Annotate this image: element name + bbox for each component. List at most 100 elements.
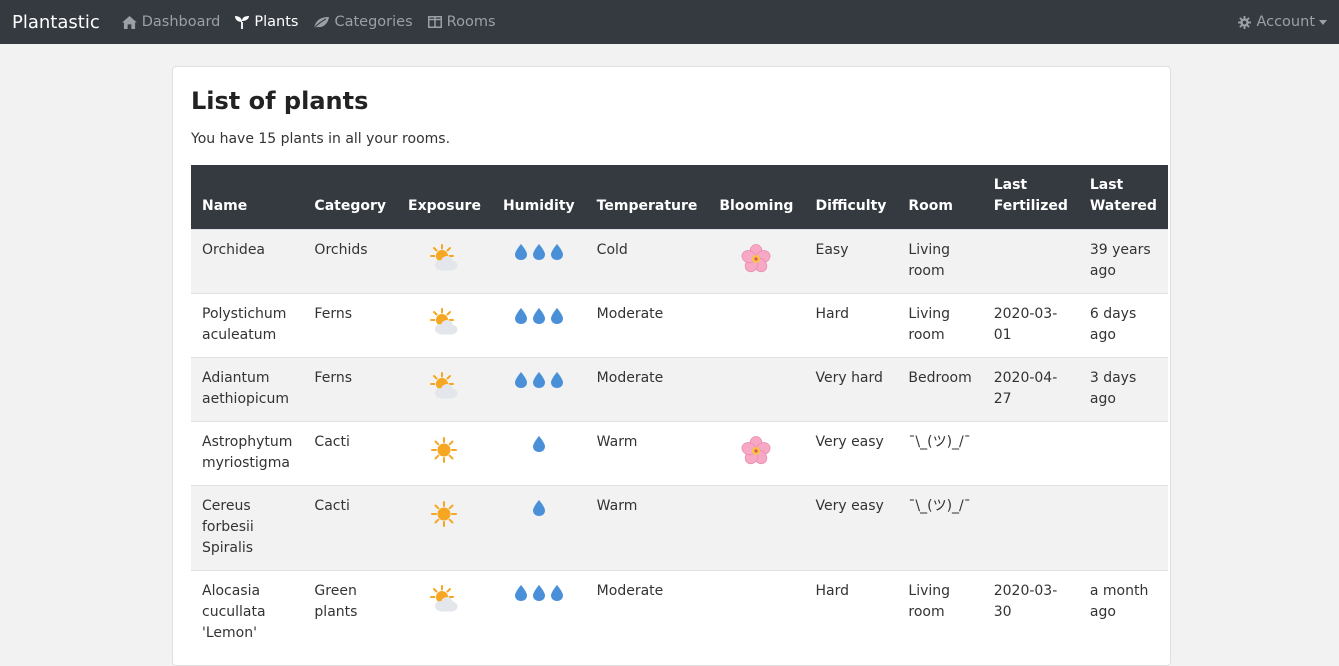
plant-room: Bedroom xyxy=(897,357,983,422)
plant-room: ¯\_(ツ)_/¯ xyxy=(897,421,983,486)
plant-last-watered xyxy=(1078,421,1168,486)
col-name[interactable]: Name xyxy=(191,165,304,230)
plant-room: Living room xyxy=(897,229,983,294)
plant-exposure xyxy=(397,421,492,486)
col-last-fertilized[interactable]: Last Fertilized xyxy=(982,165,1079,230)
plant-last-fertilized xyxy=(982,485,1079,571)
plant-temperature: Warm xyxy=(585,421,709,486)
plant-humidity xyxy=(491,293,586,358)
plant-humidity xyxy=(491,421,586,486)
plants-table: Name Category Exposure Humidity Temperat… xyxy=(191,165,1168,655)
plant-difficulty: Easy xyxy=(804,229,898,294)
plant-difficulty: Very easy xyxy=(804,421,898,486)
plant-blooming xyxy=(708,229,805,294)
plant-humidity xyxy=(491,229,586,294)
plant-blooming xyxy=(708,421,805,486)
plant-name[interactable]: Alocasia cucullata 'Lemon' xyxy=(191,570,304,655)
plant-category: Ferns xyxy=(303,357,398,422)
table-row[interactable]: Adiantum aethiopicum Ferns Moderate Very ha… xyxy=(191,357,1168,422)
plant-name[interactable]: Cereus forbesii Spiralis xyxy=(191,485,304,571)
plant-category: Cacti xyxy=(303,421,398,486)
plant-blooming xyxy=(708,293,805,358)
col-room[interactable]: Room xyxy=(897,165,983,230)
plant-temperature: Moderate xyxy=(585,293,709,358)
account-label: Account xyxy=(1256,14,1315,30)
plant-room: Living room xyxy=(897,570,983,655)
nav-categories-label: Categories xyxy=(334,14,413,30)
plant-temperature: Moderate xyxy=(585,570,709,655)
water-drop-icon xyxy=(514,585,527,601)
plant-blooming xyxy=(708,570,805,655)
plant-last-watered: 39 years ago xyxy=(1078,229,1168,294)
plants-summary: You have 15 plants in all your rooms. xyxy=(191,131,451,147)
sun-behind-cloud-icon xyxy=(430,372,458,399)
plant-name[interactable]: Adiantum aethiopicum xyxy=(191,357,304,422)
plant-room: ¯\_(ツ)_/¯ xyxy=(897,485,983,571)
window-icon xyxy=(427,16,442,28)
water-drop-icon xyxy=(532,372,545,388)
nav-dashboard[interactable]: Dashboard xyxy=(121,14,221,30)
plant-exposure xyxy=(397,357,492,422)
water-drop-icon xyxy=(532,308,545,324)
plant-name[interactable]: Orchidea xyxy=(191,229,304,294)
plant-difficulty: Hard xyxy=(804,570,898,655)
plant-temperature: Moderate xyxy=(585,357,709,422)
seedling-icon xyxy=(235,16,250,29)
water-drop-icon xyxy=(514,372,527,388)
sun-behind-cloud-icon xyxy=(430,585,458,612)
account-menu[interactable]: Account xyxy=(1238,0,1327,44)
plant-humidity xyxy=(491,485,586,571)
table-row[interactable]: Cereus forbesii Spiralis Cacti Warm Very ea… xyxy=(191,485,1168,571)
plant-exposure xyxy=(397,485,492,571)
plant-humidity xyxy=(491,570,586,655)
col-difficulty[interactable]: Difficulty xyxy=(804,165,898,230)
nav-categories[interactable]: Categories xyxy=(313,14,413,30)
col-blooming[interactable]: Blooming xyxy=(708,165,805,230)
table-row[interactable]: Astrophytum myriostigma Cacti Warm Very eas… xyxy=(191,421,1168,486)
nav-rooms[interactable]: Rooms xyxy=(427,14,496,30)
plant-exposure xyxy=(397,570,492,655)
water-drop-icon xyxy=(550,244,563,260)
col-temperature[interactable]: Temperature xyxy=(585,165,709,230)
plant-temperature: Cold xyxy=(585,229,709,294)
sun-icon xyxy=(431,501,458,527)
col-last-watered[interactable]: Last Watered xyxy=(1078,165,1168,230)
page-title: List of plants xyxy=(191,87,369,115)
cherry-blossom-icon xyxy=(741,244,771,273)
water-drop-icon xyxy=(532,585,545,601)
plant-humidity xyxy=(491,357,586,422)
water-drop-icon xyxy=(532,436,545,452)
plant-last-fertilized: 2020-03-30 xyxy=(982,570,1079,655)
plant-blooming xyxy=(708,485,805,571)
table-row[interactable]: Alocasia cucullata 'Lemon' Green plants Mo… xyxy=(191,570,1168,655)
plant-name[interactable]: Astrophytum myriostigma xyxy=(191,421,304,486)
plant-blooming xyxy=(708,357,805,422)
water-drop-icon xyxy=(550,585,563,601)
brand-logo[interactable]: Plantastic xyxy=(12,12,100,33)
plant-difficulty: Very easy xyxy=(804,485,898,571)
col-exposure[interactable]: Exposure xyxy=(397,165,492,230)
water-drop-icon xyxy=(550,308,563,324)
plant-exposure xyxy=(397,229,492,294)
plant-last-fertilized xyxy=(982,421,1079,486)
gear-icon xyxy=(1238,15,1252,29)
table-row[interactable]: Orchidea Orchids Cold Easy Living room 39 yea… xyxy=(191,229,1168,294)
water-drop-icon xyxy=(514,244,527,260)
cherry-blossom-icon xyxy=(741,436,771,465)
col-humidity[interactable]: Humidity xyxy=(491,165,586,230)
sun-behind-cloud-icon xyxy=(430,308,458,335)
plant-last-fertilized: 2020-04-27 xyxy=(982,357,1079,422)
table-row[interactable]: Polystichum aculeatum Ferns Moderate Hard Li… xyxy=(191,293,1168,358)
nav-plants[interactable]: Plants xyxy=(235,14,298,30)
water-drop-icon xyxy=(550,372,563,388)
plant-name[interactable]: Polystichum aculeatum xyxy=(191,293,304,358)
plant-last-watered: a month ago xyxy=(1078,570,1168,655)
water-drop-icon xyxy=(532,244,545,260)
leaf-icon xyxy=(314,16,330,28)
top-navbar: Plantastic Dashboard Plants Categories R… xyxy=(0,0,1339,44)
plant-last-watered xyxy=(1078,485,1168,571)
nav-dashboard-label: Dashboard xyxy=(141,14,221,30)
plant-exposure xyxy=(397,293,492,358)
home-icon xyxy=(121,15,137,29)
col-category[interactable]: Category xyxy=(303,165,398,230)
